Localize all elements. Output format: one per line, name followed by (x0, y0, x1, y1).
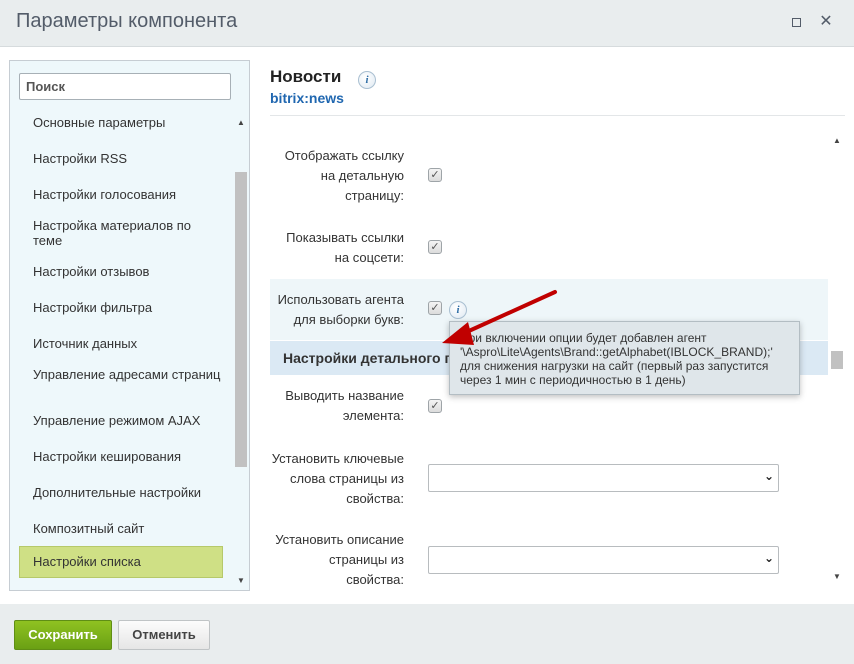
cancel-button[interactable]: Отменить (118, 620, 210, 650)
maximize-icon[interactable] (788, 14, 804, 30)
sidebar-item-voting[interactable]: Настройки голосования (19, 187, 223, 202)
tooltip-line: через 1 мин с периодичностью в 1 день) (460, 373, 686, 387)
component-code: bitrix:news (270, 90, 344, 106)
scrollbar-thumb[interactable] (831, 351, 843, 369)
keywords-select[interactable]: ⌄ (428, 464, 779, 492)
sidebar-item-list-settings[interactable]: Настройки списка (19, 546, 223, 578)
check-icon: ✓ (430, 400, 440, 412)
sidebar-item-page-urls[interactable]: Управление адресами страниц (19, 367, 223, 382)
scroll-down-icon[interactable]: ▼ (833, 572, 841, 581)
param-label-detail-link: Отображать ссылку на детальную страницу: (284, 148, 404, 203)
sidebar-item-composite[interactable]: Композитный сайт (19, 521, 223, 536)
dialog-content: Основные параметры Настройки RSS Настрой… (0, 47, 854, 604)
param-label-description: Установить описание страницы из свойства… (275, 532, 404, 587)
section-title: Настройки детального п (283, 350, 453, 366)
scroll-up-icon[interactable]: ▲ (237, 118, 245, 127)
divider (270, 115, 845, 116)
sidebar-item-rss[interactable]: Настройки RSS (19, 151, 223, 166)
scroll-down-icon[interactable]: ▼ (237, 576, 245, 585)
sidebar-item-data-source[interactable]: Источник данных (19, 336, 223, 351)
check-icon: ✓ (430, 169, 440, 181)
save-button[interactable]: Сохранить (14, 620, 112, 650)
param-checkbox-social-links[interactable]: ✓ (428, 240, 442, 254)
sidebar-item-caching[interactable]: Настройки кеширования (19, 449, 223, 464)
annotation-arrow-icon (442, 290, 557, 345)
footer: Сохранить Отменить (0, 604, 854, 664)
params-scrollbar[interactable]: ▲ ▼ (830, 133, 845, 588)
search-input[interactable] (19, 73, 231, 100)
sidebar: Основные параметры Настройки RSS Настрой… (9, 60, 250, 591)
param-label-element-name: Выводить название элемента: (285, 388, 404, 423)
chevron-down-icon: ⌄ (763, 469, 774, 483)
param-label-social-links: Показывать ссылки на соцсети: (286, 230, 404, 265)
title-bar: Параметры компонента ✕ (0, 0, 854, 47)
param-label-keywords: Установить ключевые слова страницы из св… (271, 451, 404, 506)
sidebar-item-related-materials[interactable]: Настройка материалов по теме (19, 218, 223, 248)
component-name: Новости (270, 67, 342, 86)
sidebar-scrollbar[interactable]: ▲ ▼ (233, 112, 249, 590)
param-checkbox-element-name[interactable]: ✓ (428, 399, 442, 413)
close-icon[interactable]: ✕ (818, 14, 834, 30)
info-icon[interactable]: i (358, 71, 376, 89)
param-checkbox-detail-link[interactable]: ✓ (428, 168, 442, 182)
param-label-agent: Использовать агента для выборки букв: (277, 292, 404, 327)
sidebar-item-filter[interactable]: Настройки фильтра (19, 300, 223, 315)
scroll-up-icon[interactable]: ▲ (833, 136, 841, 145)
description-select[interactable]: ⌄ (428, 546, 779, 574)
sidebar-list: Основные параметры Настройки RSS Настрой… (19, 112, 231, 590)
sidebar-item-ajax[interactable]: Управление режимом AJAX (19, 413, 223, 428)
sidebar-item-additional[interactable]: Дополнительные настройки (19, 485, 223, 500)
scrollbar-thumb[interactable] (235, 172, 247, 467)
sidebar-item-main-params[interactable]: Основные параметры (19, 115, 223, 130)
window-title: Параметры компонента (16, 10, 238, 32)
check-icon: ✓ (430, 241, 440, 253)
chevron-down-icon: ⌄ (763, 551, 774, 565)
sidebar-item-reviews[interactable]: Настройки отзывов (19, 264, 223, 279)
